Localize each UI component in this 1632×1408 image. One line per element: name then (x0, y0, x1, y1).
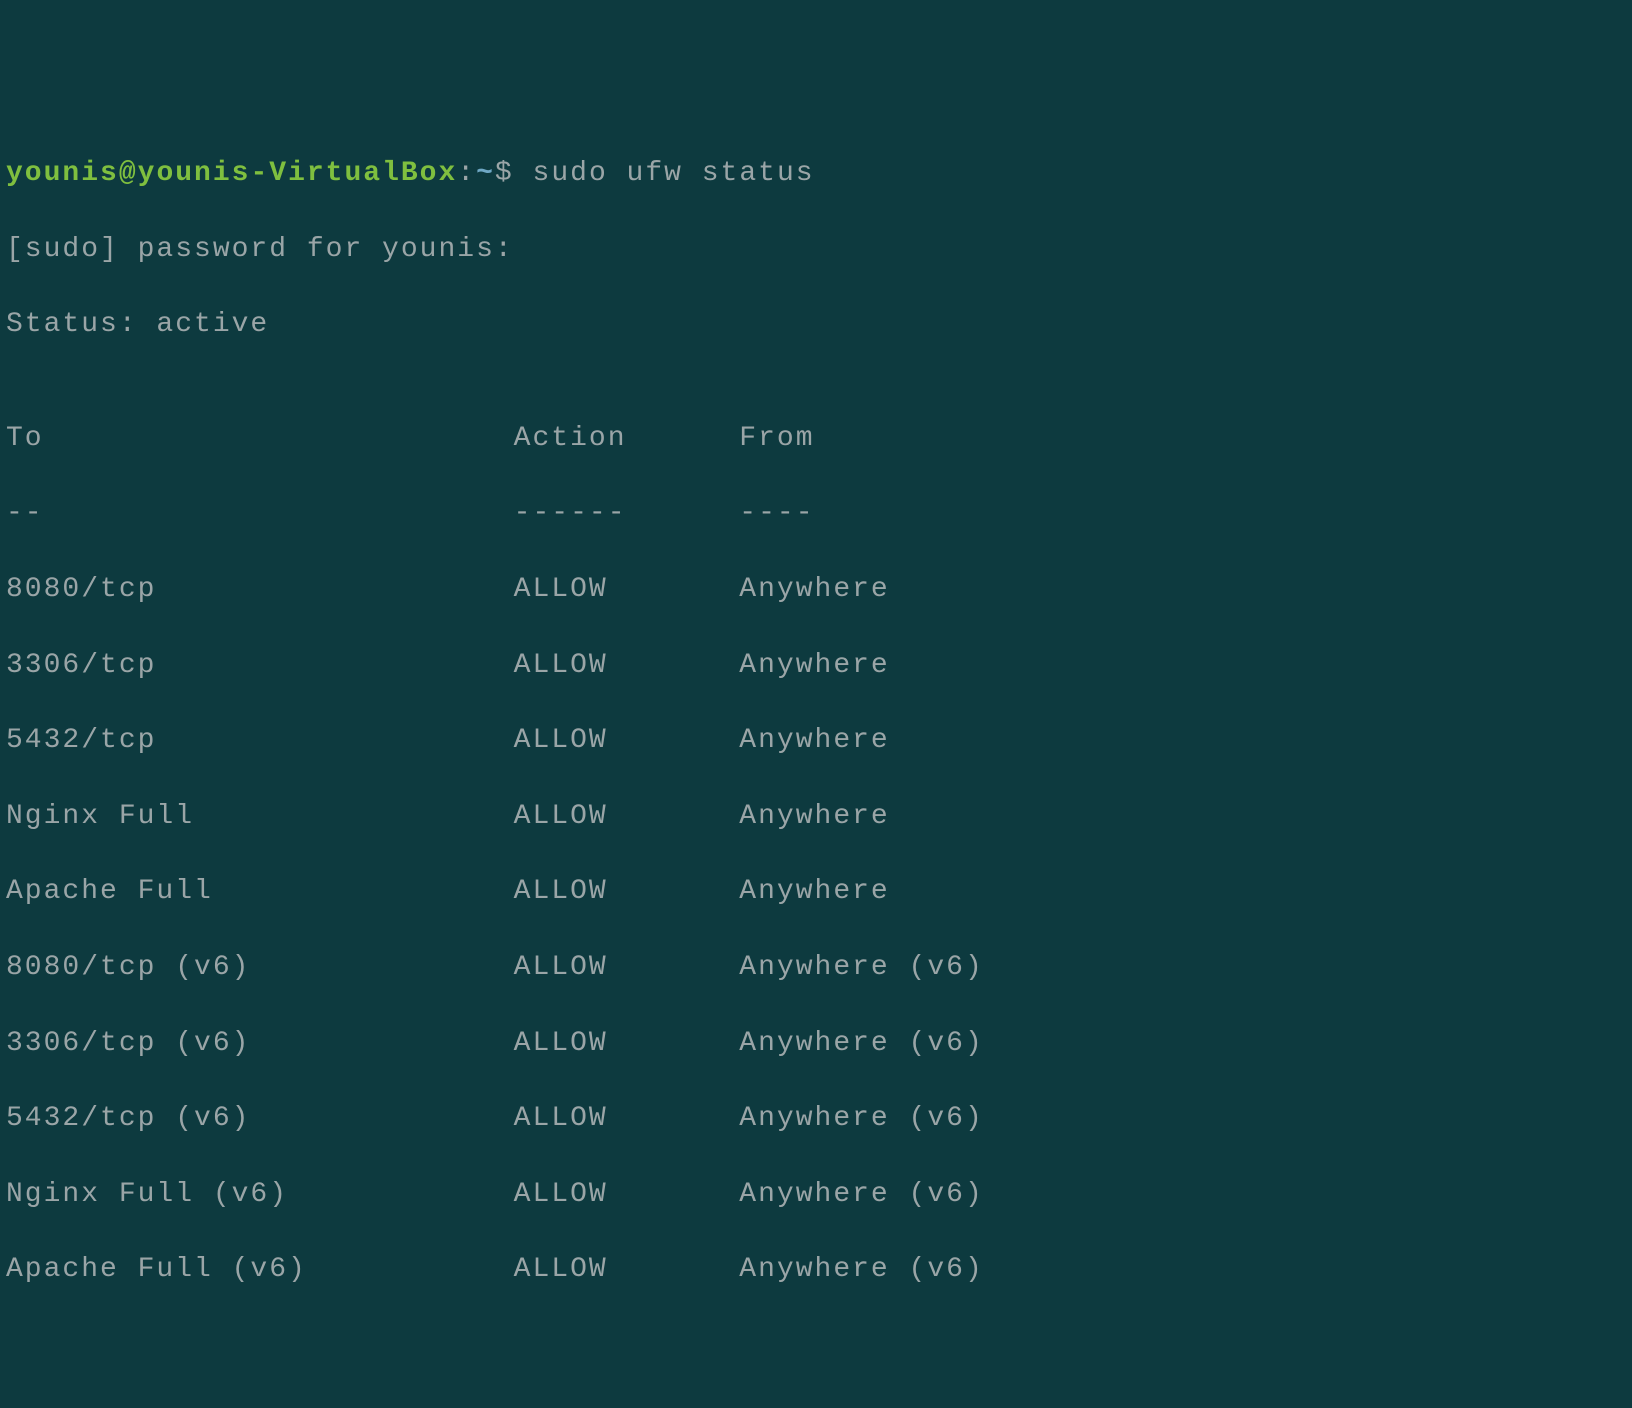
sudo-password-line: [sudo] password for younis: (6, 231, 1626, 269)
table-row: 8080/tcp (v6) ALLOW Anywhere (v6) (6, 949, 1626, 987)
table-row: 8080/tcp ALLOW Anywhere (6, 571, 1626, 609)
prompt-line[interactable]: younis@younis-VirtualBox:~$ sudo ufw sta… (6, 155, 1626, 193)
table-row: Nginx Full ALLOW Anywhere (6, 798, 1626, 836)
table-row: 5432/tcp (v6) ALLOW Anywhere (v6) (6, 1100, 1626, 1138)
prompt-host: younis-VirtualBox (138, 158, 458, 189)
status-line: Status: active (6, 306, 1626, 344)
prompt-at: @ (119, 158, 138, 189)
table-row: Apache Full ALLOW Anywhere (6, 873, 1626, 911)
table-row: 3306/tcp ALLOW Anywhere (6, 647, 1626, 685)
prompt-path: ~ (476, 158, 495, 189)
command-text: sudo ufw status (533, 158, 815, 189)
table-separator: -- ------ ---- (6, 495, 1626, 533)
table-row: 5432/tcp ALLOW Anywhere (6, 722, 1626, 760)
prompt-dollar: $ (495, 158, 533, 189)
table-row: Nginx Full (v6) ALLOW Anywhere (v6) (6, 1176, 1626, 1214)
table-row: 3306/tcp (v6) ALLOW Anywhere (v6) (6, 1025, 1626, 1063)
prompt-user: younis (6, 158, 119, 189)
table-row: Apache Full (v6) ALLOW Anywhere (v6) (6, 1251, 1626, 1289)
table-header: To Action From (6, 420, 1626, 458)
prompt-colon: : (457, 158, 476, 189)
